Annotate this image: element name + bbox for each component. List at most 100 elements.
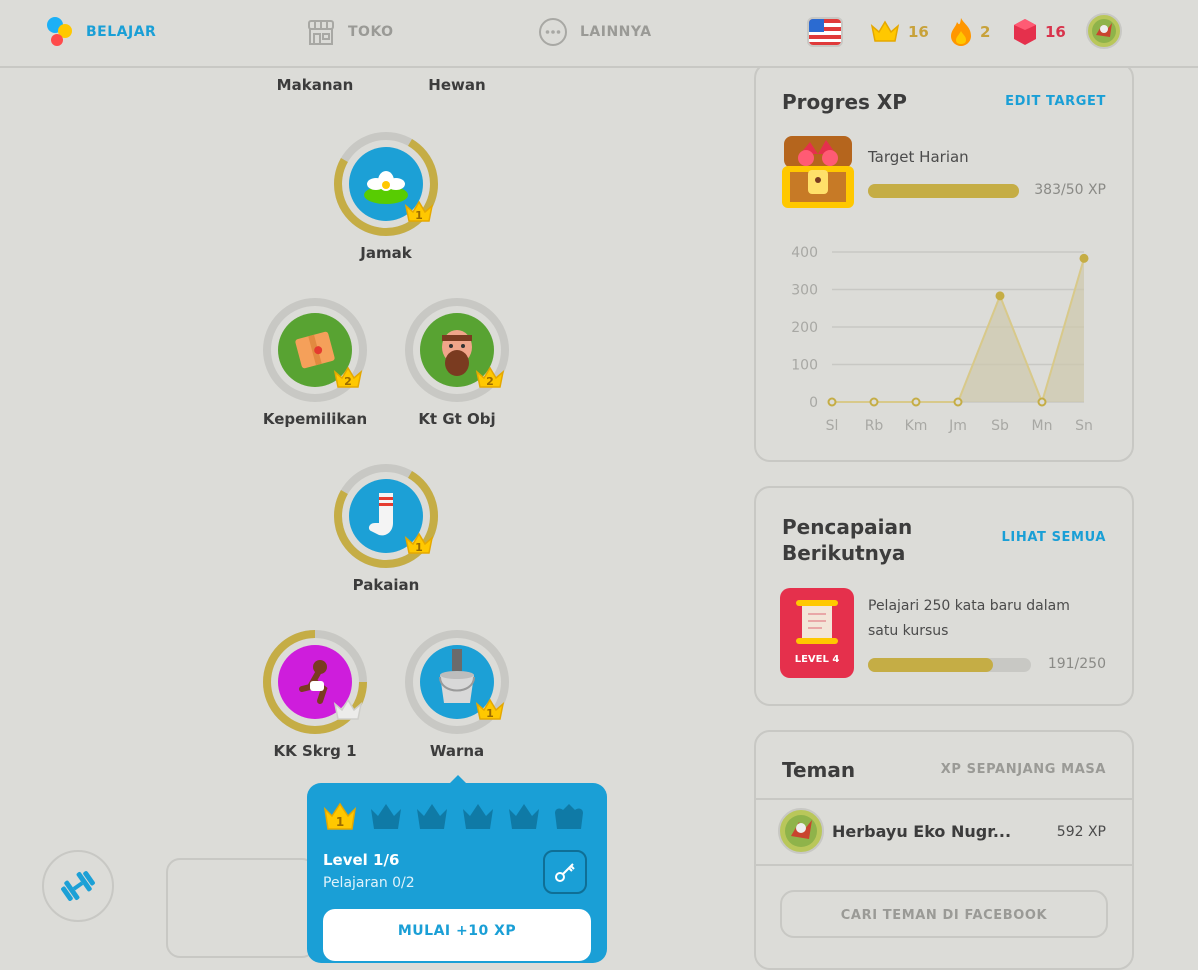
xp-progress-card: Progres XP EDIT TARGET Target Harian 383… [754,62,1134,462]
divider [756,864,1132,866]
chart-point [1037,397,1047,407]
chart-point [827,397,837,407]
chart-line [832,258,1085,406]
skill-label: Hewan [428,76,486,94]
gem-icon [1014,19,1036,45]
chart-y-tick-label: 300 [791,283,818,299]
achievement-badge: LEVEL 4 [780,588,854,678]
divider [756,798,1132,800]
crown-badge-icon: 1 [404,532,434,554]
all-time-xp-tab[interactable]: XP SEPANJANG MASA [941,762,1106,777]
chart-x-tick-label: Sl [826,418,839,434]
edit-target-link[interactable]: EDIT TARGET [1005,94,1106,109]
dumbbell-icon [61,871,95,901]
skill-warna[interactable]: 1 Warna [382,628,532,760]
crown-icon [870,20,900,42]
streak-count: 2 [980,23,991,41]
skill-label: Pakaian [352,576,420,594]
crown-badge-icon: 1 [404,200,434,222]
achievement-card: Pencapaian Berikutnya LIHAT SEMUA LEVEL … [754,486,1134,706]
chart-area [832,258,1084,402]
chart-point [869,397,879,407]
chart-point [953,397,963,407]
chart-point [1079,253,1089,263]
nav-shop[interactable]: TOKO [306,0,394,64]
skill-popup: 1 Level 1/6 Pelajaran 0/2 MULAI +10 XP [307,783,607,963]
chart-point [995,291,1005,301]
start-lesson-button[interactable]: MULAI +10 XP [323,909,591,961]
skill-jamak[interactable]: 1 Jamak [311,130,461,262]
achievement-progress-bar [868,658,1031,672]
chart-x-tick-label: Mn [1032,418,1053,434]
svg-text:1: 1 [486,707,494,720]
skill-label: Makanan [276,76,354,94]
achievement-progress-bar-fill [868,658,993,672]
learn-icon [47,17,72,46]
chart-point [911,397,921,407]
chart-y-tick-label: 200 [791,320,818,336]
achievement-title-line1: Pencapaian [782,515,913,539]
gems-stat[interactable]: 16 [1013,0,1066,64]
us-flag-icon[interactable] [807,17,843,47]
daily-goal-bar-fill [868,184,1019,198]
nav-learn-label: BELAJAR [86,24,157,40]
svg-text:1: 1 [336,815,344,829]
crown-badge-icon: 2 [475,366,505,388]
crown-badge-icon: 2 [333,366,363,388]
friend-avatar-icon [778,808,824,854]
achievement-progress-text: 191/250 [1047,656,1106,672]
chart-x-tick-label: Sn [1075,418,1093,434]
svg-text:2: 2 [344,375,352,388]
svg-text:2: 2 [486,375,494,388]
skill-label: Kt Gt Obj [418,410,496,428]
chart-y-tick-label: 100 [791,358,818,374]
view-all-link[interactable]: LIHAT SEMUA [1002,530,1106,545]
achievement-card-title: Pencapaian Berikutnya [782,514,912,566]
shop-icon [308,20,334,45]
treasure-chest-icon [782,136,854,208]
crowns-stat[interactable]: 16 [870,0,929,64]
svg-text:1: 1 [415,209,423,222]
skill-kk-skrg-1[interactable]: KK Skrg 1 [240,628,390,760]
daily-goal-label: Target Harian [868,148,969,166]
nav-more-label: LAINNYA [580,24,652,40]
key-icon [555,863,575,882]
daily-goal-bar [868,184,1019,198]
friend-xp: 592 XP [1056,824,1106,840]
skill-kt-gt-obj[interactable]: 2 Kt Gt Obj [382,296,532,428]
crown-levels-row: 1 [323,802,583,830]
xp-chart: 0 100 200 300 400 Sl Rb Km Jm Sb Mn Sn [791,245,1093,434]
nav-learn[interactable]: BELAJAR [46,0,156,64]
achievement-description: Pelajari 250 kata baru dalam satu kursus [868,598,1070,639]
friend-row[interactable]: Herbayu Eko Nugr... 592 XP [756,802,1132,864]
empty-crown-badge-icon [333,698,363,720]
crowns-count: 16 [908,23,929,41]
next-section-card [166,858,316,958]
skill-label: Jamak [360,244,412,262]
gems-count: 16 [1045,23,1066,41]
skill-label: Warna [429,742,485,760]
daily-goal-progress: 383/50 XP [1034,182,1106,198]
crown-badge-icon: 1 [475,698,505,720]
xp-card-title: Progres XP [782,90,907,114]
find-facebook-friends-button[interactable]: CARI TEMAN DI FACEBOOK [780,890,1108,938]
badge-level-text: LEVEL 4 [794,654,840,665]
skill-pakaian[interactable]: 1 Pakaian [311,462,461,594]
nav-more[interactable]: LAINNYA [538,0,652,64]
practice-button[interactable] [42,850,114,922]
chart-x-tick-label: Rb [865,418,884,434]
chart-y-tick-label: 400 [791,245,818,261]
skill-kepemilikan[interactable]: 2 Kepemilikan [240,296,390,428]
find-facebook-friends-label: CARI TEMAN DI FACEBOOK [840,908,1048,923]
test-out-button[interactable] [543,850,587,894]
svg-text:1: 1 [415,541,423,554]
top-navigation-bar: BELAJAR TOKO LAINNYA 16 2 16 [0,0,1198,68]
friends-card: Teman XP SEPANJANG MASA Herbayu Eko Nugr… [754,730,1134,970]
achievement-title-line2: Berikutnya [782,541,906,565]
streak-stat[interactable]: 2 [950,0,990,64]
more-icon [539,18,567,46]
profile-avatar-icon[interactable] [1086,13,1122,49]
popup-level-text: Level 1/6 [323,851,400,869]
chart-x-tick-label: Km [905,418,928,434]
chart-x-tick-label: Jm [948,418,967,434]
